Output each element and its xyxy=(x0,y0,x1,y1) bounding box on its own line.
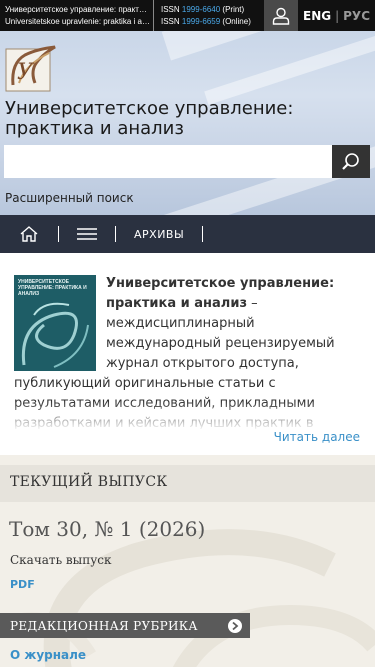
search-bar xyxy=(4,145,370,178)
issn-block: ISSN 1999-6640 (Print) ISSN 1999-6659 (O… xyxy=(154,0,264,31)
site-header: У Университетское управление: практика и… xyxy=(0,31,375,215)
search-button[interactable] xyxy=(332,145,370,178)
home-icon xyxy=(20,226,38,242)
journal-title-en[interactable]: Universitetskoe upravlenie: praktika i a… xyxy=(5,16,151,28)
current-issue-section: ТЕКУЩИЙ ВЫПУСК Том 30, № 1 (2026) Скачат… xyxy=(0,455,375,667)
advanced-search-link[interactable]: Расширенный поиск xyxy=(5,191,134,205)
current-issue-heading: ТЕКУЩИЙ ВЫПУСК xyxy=(0,465,375,502)
menu-button[interactable] xyxy=(59,215,115,253)
language-switcher: ENG | РУС xyxy=(298,0,375,31)
user-button[interactable] xyxy=(264,0,298,31)
lang-rus[interactable]: РУС xyxy=(343,9,370,23)
top-bar: Университетское управление: практика и а… xyxy=(0,0,375,31)
journal-cover-image[interactable]: УНИВЕРСИТЕТСКОЕ УПРАВЛЕНИЕ: ПРАКТИКА И А… xyxy=(14,275,96,371)
journal-title: Университетское управление: практика и а… xyxy=(5,98,294,139)
issn-print-suffix: (Print) xyxy=(222,5,245,14)
pdf-link[interactable]: PDF xyxy=(10,578,35,591)
download-issue-label: Скачать выпуск xyxy=(10,553,112,567)
issn-print[interactable]: 1999-6640 xyxy=(182,5,220,14)
issn-label-online: ISSN xyxy=(161,17,180,26)
nav-divider xyxy=(202,226,204,242)
journal-titles: Университетское управление: практика и а… xyxy=(0,0,154,31)
journal-logo[interactable]: У xyxy=(5,43,57,93)
home-button[interactable] xyxy=(0,215,58,253)
issn-label: ISSN xyxy=(161,5,180,14)
search-input[interactable] xyxy=(4,145,332,178)
read-more-link[interactable]: Читать далее xyxy=(274,430,360,444)
user-icon xyxy=(272,7,290,25)
about-journal-link[interactable]: О журнале xyxy=(10,648,86,662)
editorial-rubric-button[interactable]: РЕДАКЦИОННАЯ РУБРИКА xyxy=(0,613,250,638)
issn-online[interactable]: 1999-6659 xyxy=(182,17,220,26)
arrow-right-icon xyxy=(228,619,242,633)
journal-intro: Университетское управление: практика и а… xyxy=(0,253,375,455)
issn-online-suffix: (Online) xyxy=(222,17,251,26)
search-icon xyxy=(342,152,359,170)
issue-title[interactable]: Том 30, № 1 (2026) xyxy=(9,517,205,541)
nav-archives[interactable]: АРХИВЫ xyxy=(116,228,202,241)
rubric-label: РЕДАКЦИОННАЯ РУБРИКА xyxy=(10,618,198,633)
hamburger-icon xyxy=(77,228,97,240)
intro-fade xyxy=(0,401,375,431)
main-navigation: АРХИВЫ xyxy=(0,215,375,253)
svg-text:У: У xyxy=(17,60,35,85)
journal-title-ru[interactable]: Университетское управление: практика и а… xyxy=(5,4,151,16)
lang-separator: | xyxy=(335,8,340,23)
lang-eng[interactable]: ENG xyxy=(303,9,331,23)
intro-lead-bold: Университетское управление: практика и а… xyxy=(106,276,335,311)
